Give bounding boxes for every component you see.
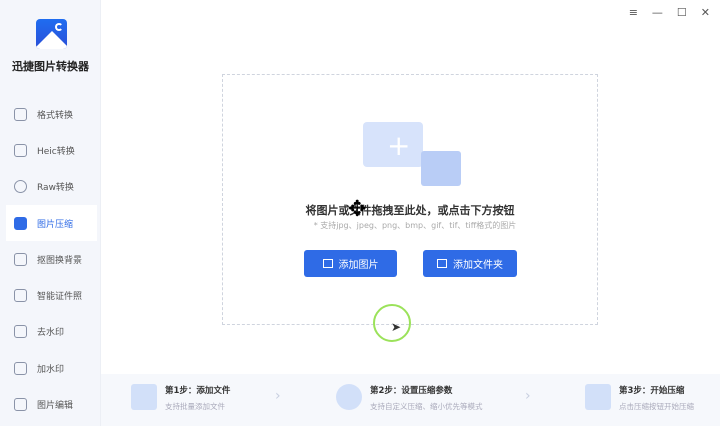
add-watermark-icon [14,361,27,375]
compress-icon [14,216,27,230]
add-image-label: 添加图片 [338,260,379,271]
gear-icon [336,384,362,410]
sidebar-item-label: 智能证件照 [37,292,83,303]
format-icon [14,107,27,121]
app-name: 迅捷图片转换器 [12,60,89,73]
heic-icon [14,143,27,157]
sidebar-item-remove-watermark[interactable]: 去水印 [0,314,101,350]
sidebar-item-label: 图片编辑 [37,401,74,412]
window-controls: ≡ — ☐ ✕ [629,6,710,19]
sidebar-item-label: Raw转换 [37,183,74,194]
step-desc: 支持自定义压缩、缩小优先等模式 [370,402,483,411]
add-folder-label: 添加文件夹 [453,260,503,271]
step-title: 第1步：添加文件 [165,386,231,396]
step-title: 第2步：设置压缩参数 [370,386,453,396]
move-cursor-icon: ✥ [348,197,367,222]
sidebar-item-add-watermark[interactable]: 加水印 [0,350,101,386]
step-2: 第2步：设置压缩参数支持自定义压缩、缩小优先等模式 [336,384,483,412]
chevron-right-icon: › [525,388,531,404]
raw-icon [14,180,27,194]
step-3: 第3步：开始压缩 点击压缩按钮开始压缩 [585,384,694,412]
mouse-pointer-icon: ➤ [391,320,402,334]
sidebar-item-label: 去水印 [37,328,65,339]
add-image-button[interactable]: 添加图片 [304,250,397,277]
remove-watermark-icon [14,325,27,339]
sidebar-item-label: 图片压缩 [37,219,74,230]
cutout-icon [14,252,27,266]
drop-zone[interactable] [222,74,598,325]
chevron-right-icon: › [275,388,281,404]
folder-add-icon [363,122,423,167]
drop-subtitle: * 支持jpg、jpeg、png、bmp、gif、tif、tiff格式的图片 [313,221,517,230]
menu-button[interactable]: ≡ [629,6,638,19]
edit-icon [14,398,27,412]
folder-icon [437,259,447,268]
step-desc: 点击压缩按钮开始压缩 [619,402,694,411]
sidebar-item-raw[interactable]: Raw转换 [0,169,101,205]
step-desc: 支持批量添加文件 [165,402,225,411]
add-folder-button[interactable]: 添加文件夹 [423,250,517,277]
sidebar-item-label: 加水印 [37,364,65,375]
sidebar-item-edit[interactable]: 图片编辑 [0,386,101,422]
close-button[interactable]: ✕ [701,6,710,19]
sidebar-item-heic[interactable]: Heic转换 [0,132,101,168]
maximize-button[interactable]: ☐ [677,6,687,19]
sidebar-nav: 格式转换 Heic转换 Raw转换 图片压缩 抠图换背景 智能证件照 去水印 加… [0,96,101,423]
sidebar-item-format[interactable]: 格式转换 [0,96,101,132]
image-icon [421,151,461,186]
app-logo-icon [36,19,67,49]
compress-file-icon [585,384,611,410]
minimize-button[interactable]: — [652,6,663,19]
step-title: 第3步：开始压缩 [619,386,685,396]
step-1: 第1步：添加文件 支持批量添加文件 [131,384,230,412]
sidebar-item-label: 格式转换 [37,110,74,121]
steps-bar: 第1步：添加文件 支持批量添加文件 › 第2步：设置压缩参数支持自定义压缩、缩小优… [101,374,720,426]
image-icon [322,259,333,268]
sidebar-item-label: Heic转换 [37,146,75,157]
id-photo-icon [14,289,27,303]
sidebar-item-label: 抠图换背景 [37,255,83,266]
sidebar-item-cutout[interactable]: 抠图换背景 [0,241,101,277]
add-file-icon [131,384,157,410]
sidebar-item-id-photo[interactable]: 智能证件照 [0,277,101,313]
